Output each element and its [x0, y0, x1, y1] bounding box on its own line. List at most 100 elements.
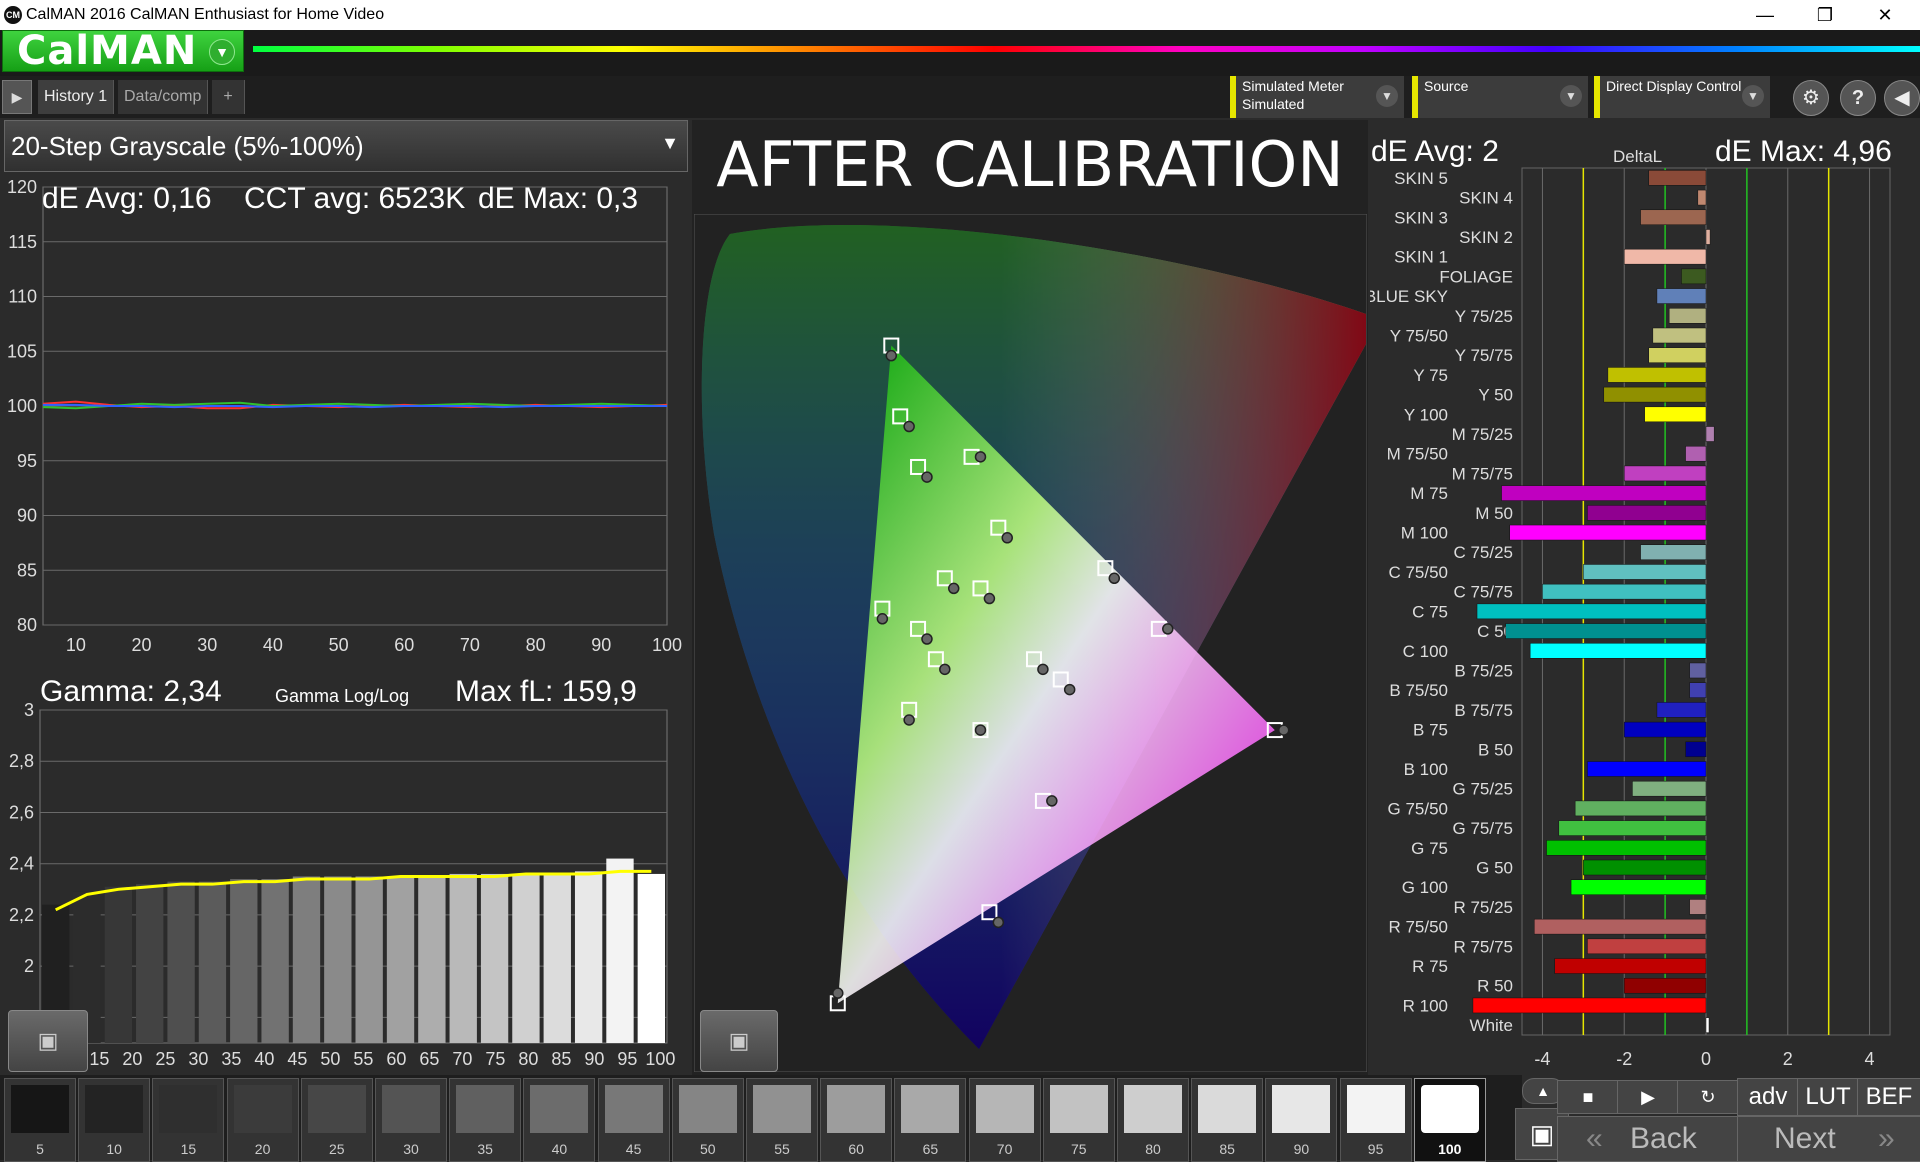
patch-swatch[interactable]: 65: [894, 1078, 967, 1162]
delta-bar: [1587, 938, 1707, 955]
patch-swatch[interactable]: 10: [78, 1078, 151, 1162]
patch-swatch[interactable]: 100: [1413, 1078, 1486, 1162]
rgb-chart-de-max: dE Max: 0,3: [478, 182, 638, 215]
source-selector[interactable]: Source ▼: [1412, 76, 1588, 118]
chevron-down-icon[interactable]: ▼: [209, 39, 235, 65]
delta-bar: [1583, 564, 1707, 580]
patch-swatch[interactable]: 45: [597, 1078, 670, 1162]
delta-bar: [1570, 879, 1707, 895]
patch-swatch[interactable]: 70: [968, 1078, 1041, 1162]
chevron-down-icon[interactable]: ▼: [1376, 85, 1398, 107]
gamma-x-tick: 30: [188, 1049, 208, 1069]
gamma-bar: [167, 881, 195, 1043]
back-button[interactable]: « Back: [1557, 1116, 1739, 1162]
delta-bar: [1632, 780, 1707, 797]
workflow-step-selector[interactable]: 20-Step Grayscale (5%-100%) ▼: [4, 120, 688, 172]
patch-color: [456, 1085, 515, 1133]
delta-bar: [1656, 288, 1707, 304]
patch-label: 95: [1367, 1141, 1384, 1157]
tab-history-1[interactable]: History 1: [38, 80, 115, 114]
next-button[interactable]: Next »: [1737, 1116, 1920, 1162]
patch-swatch[interactable]: 35: [449, 1078, 522, 1162]
delta-bar: [1705, 1017, 1710, 1033]
meter-label: Simulated Meter: [1242, 78, 1344, 94]
patch-swatch[interactable]: 50: [671, 1078, 744, 1162]
delta-bar: [1542, 583, 1707, 600]
delta-bar: [1623, 248, 1707, 265]
stop-measure-icon[interactable]: ■: [1557, 1080, 1619, 1114]
delta-bar: [1685, 445, 1707, 462]
rgb-x-tick: 70: [460, 635, 480, 655]
patch-swatch[interactable]: 95: [1339, 1078, 1412, 1162]
patch-label: 70: [996, 1141, 1013, 1157]
patch-swatch[interactable]: 15: [152, 1078, 225, 1162]
patch-swatch[interactable]: 90: [1265, 1078, 1338, 1162]
display-control-selector[interactable]: Direct Display Control ▼: [1594, 76, 1770, 118]
window-title: CalMAN 2016 CalMAN Enthusiast for Home V…: [26, 6, 385, 23]
gamma-max-fl: Max fL: 159,9: [455, 675, 637, 708]
meter-selector[interactable]: Simulated Meter Simulated ▼: [1230, 76, 1404, 118]
adv-button[interactable]: adv: [1737, 1078, 1799, 1116]
calman-logo-menu[interactable]: CalMAN ▼: [2, 30, 244, 72]
lut-button[interactable]: LUT: [1797, 1078, 1859, 1116]
cie-measured-point: [1037, 663, 1049, 676]
delta-row-label: M 75/50: [1387, 445, 1448, 464]
minimize-icon[interactable]: —: [1735, 0, 1795, 30]
play-icon[interactable]: ▶: [1617, 1080, 1679, 1114]
gamma-bar: [230, 879, 258, 1043]
chevron-down-icon[interactable]: ▼: [661, 133, 679, 154]
delta-bar: [1689, 662, 1707, 679]
pattern-window-icon[interactable]: ▣: [700, 1010, 778, 1072]
delta-bar: [1652, 327, 1707, 344]
patch-swatch[interactable]: 40: [523, 1078, 596, 1162]
gamma-x-tick: 35: [221, 1049, 241, 1069]
delta-bar: [1689, 682, 1707, 698]
play-workflow-icon[interactable]: ▶: [2, 80, 32, 114]
meter-value: Simulated: [1242, 96, 1305, 112]
chevron-down-icon[interactable]: ▼: [1742, 85, 1764, 107]
gamma-x-tick: 45: [287, 1049, 307, 1069]
delta-bar: [1685, 741, 1707, 758]
patch-label: 80: [1145, 1141, 1161, 1157]
patch-swatch[interactable]: 75: [1042, 1078, 1115, 1162]
pattern-window-icon[interactable]: ▣: [8, 1010, 88, 1072]
loop-icon[interactable]: ↻: [1677, 1080, 1739, 1114]
rgb-x-tick: 90: [591, 635, 611, 655]
delta-bar: [1509, 524, 1707, 541]
delta-row-label: BLUE SKY: [1370, 287, 1448, 306]
delta-row-label: Y 75/75: [1455, 346, 1513, 365]
bef-button[interactable]: BEF: [1857, 1078, 1920, 1116]
patch-swatch[interactable]: 60: [820, 1078, 893, 1162]
gamma-bar: [355, 876, 383, 1043]
patch-swatch[interactable]: 30: [375, 1078, 447, 1162]
delta-row-label: G 100: [1402, 878, 1448, 897]
patch-label: 35: [477, 1141, 493, 1157]
gamma-bar: [574, 871, 603, 1043]
chevron-down-icon[interactable]: ▼: [1560, 85, 1582, 107]
tab-data-comp[interactable]: Data/comp: [118, 80, 209, 114]
gear-icon[interactable]: ⚙: [1793, 80, 1829, 116]
delta-row-label: B 75/25: [1454, 661, 1513, 680]
delta-bar: [1644, 406, 1707, 423]
chevron-left-icon[interactable]: ◀: [1884, 80, 1920, 116]
patch-swatch[interactable]: 80: [1117, 1078, 1189, 1162]
delta-row-label: Y 75: [1413, 366, 1448, 385]
patch-swatch[interactable]: 85: [1191, 1078, 1264, 1162]
help-icon[interactable]: ?: [1840, 80, 1876, 116]
restore-icon[interactable]: ❐: [1795, 0, 1855, 30]
delta-bar: [1648, 170, 1707, 186]
patch-swatch[interactable]: 55: [746, 1078, 818, 1162]
delta-de-max: dE Max: 4,96: [1715, 135, 1892, 168]
patch-swatch[interactable]: 20: [226, 1078, 299, 1162]
delta-row-label: B 50: [1478, 740, 1513, 759]
tab-add[interactable]: +: [212, 80, 245, 114]
delta-bar: [1476, 603, 1707, 620]
close-icon[interactable]: ✕: [1855, 0, 1915, 30]
patch-swatch[interactable]: 25: [300, 1078, 373, 1162]
patch-label: 75: [1071, 1141, 1087, 1157]
patch-color: [901, 1085, 960, 1133]
rgb-x-tick: 20: [132, 635, 152, 655]
delta-row-label: M 50: [1475, 504, 1513, 523]
patch-swatch[interactable]: 5: [4, 1078, 76, 1162]
patch-label: 50: [700, 1141, 716, 1157]
